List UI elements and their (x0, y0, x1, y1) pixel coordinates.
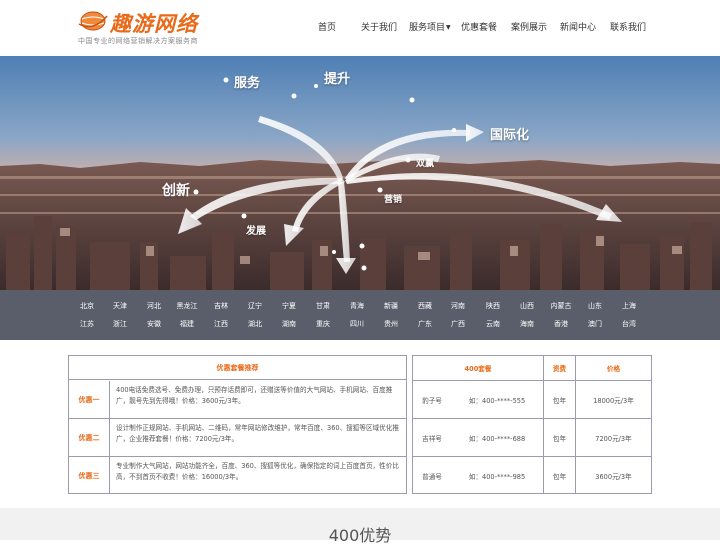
region-link[interactable]: 海南 (512, 319, 542, 329)
nav-about[interactable]: 关于我们 (361, 20, 397, 33)
caret-down-icon: ▼ (446, 24, 451, 31)
hero-label-service: 服务 (234, 76, 261, 91)
region-link[interactable]: 四川 (342, 319, 372, 329)
region-link[interactable]: 重庆 (308, 319, 338, 329)
pricing-number: 如：400-****-555 (451, 381, 544, 418)
pricing-number: 如：400-****-688 (451, 419, 544, 456)
package-desc: 专业制作大气网站，网站功能齐全，百度、360、搜狐等优化，确保指定的词上百度首页… (116, 462, 399, 481)
nav-news[interactable]: 新闻中心 (560, 20, 596, 33)
site-header: 趣游网络 中国专业的网络营销解决方案服务商 首页 关于我们 服务项目▼ 优惠套餐… (0, 0, 720, 56)
nav-contact[interactable]: 联系我们 (610, 20, 646, 33)
region-link[interactable]: 山西 (512, 301, 542, 311)
pricing-name: 普通号 (422, 472, 442, 481)
pricing-row: 豹子号 如：400-****-555 包年 18000元/3年 (413, 381, 651, 419)
region-link[interactable]: 安徽 (139, 319, 169, 329)
region-link[interactable]: 江西 (206, 319, 236, 329)
region-link[interactable]: 辽宁 (240, 301, 270, 311)
pricing-name: 豹子号 (422, 396, 442, 405)
pricing-price: 7200元/3年 (595, 434, 632, 443)
pricing-fee: 包年 (544, 381, 576, 418)
region-link[interactable]: 吉林 (206, 301, 236, 311)
region-link[interactable]: 上海 (614, 301, 644, 311)
package-name: 优惠二 (69, 419, 110, 456)
nav-cases[interactable]: 案例展示 (511, 20, 547, 33)
region-link[interactable]: 福建 (172, 319, 202, 329)
hero-label-innovation: 创新 (162, 183, 190, 199)
region-link[interactable]: 江苏 (72, 319, 102, 329)
region-link[interactable]: 河南 (443, 301, 473, 311)
package-desc: 设计制作正规网站、手机网站、二维码，常年网站修改维护，常年百度、360、搜狐等区… (116, 424, 399, 443)
pricing-row: 吉祥号 如：400-****-688 包年 7200元/3年 (413, 419, 651, 457)
region-link[interactable]: 宁夏 (274, 301, 304, 311)
region-link[interactable]: 天津 (105, 301, 135, 311)
region-link[interactable]: 新疆 (376, 301, 406, 311)
pricing-header-price: 价格 (606, 365, 621, 373)
region-link[interactable]: 北京 (72, 301, 102, 311)
pricing-name: 吉祥号 (422, 434, 442, 443)
region-link[interactable]: 河北 (139, 301, 169, 311)
pricing-row: 普通号 如：400-****-985 包年 3600元/3年 (413, 457, 651, 494)
region-link[interactable]: 广西 (443, 319, 473, 329)
package-row: 优惠三 专业制作大气网站，网站功能齐全，百度、360、搜狐等优化，确保指定的词上… (69, 457, 406, 494)
pricing-fee: 包年 (544, 419, 576, 456)
region-link[interactable]: 内蒙古 (546, 301, 576, 311)
region-link[interactable]: 广东 (410, 319, 440, 329)
advantage-title: 400优势 (328, 526, 392, 545)
packages-table: 优惠套餐推荐 优惠一 400电话免费选号、免费办理，只预存话费即可，还赠送等价值… (68, 355, 407, 494)
region-link[interactable]: 黑龙江 (172, 301, 202, 311)
pricing-header-package: 400套餐 (413, 356, 544, 380)
region-link[interactable]: 湖南 (274, 319, 304, 329)
region-link[interactable]: 台湾 (614, 319, 644, 329)
pricing-table: 400套餐 资费 价格 豹子号 如：400-****-555 包年 18000元… (412, 355, 652, 494)
region-link[interactable]: 青海 (342, 301, 372, 311)
hero-label-winwin: 双赢 (416, 159, 435, 169)
nav-home[interactable]: 首页 (318, 20, 336, 33)
hero-cityscape-image (0, 56, 720, 290)
hero-label-improve: 提升 (324, 72, 351, 87)
hero-banner: 服务 提升 国际化 创新 发展 双赢 营销 (0, 56, 720, 290)
hero-label-development: 发展 (246, 226, 266, 237)
pricing-fee: 包年 (544, 457, 576, 494)
nav-services[interactable]: 服务项目▼ (409, 20, 451, 33)
hero-label-marketing: 营销 (384, 195, 403, 205)
nav-services-label: 服务项目 (409, 23, 446, 33)
pricing-header-fee: 资费 (544, 356, 576, 380)
pricing-header-row: 400套餐 资费 价格 (413, 356, 651, 381)
region-link[interactable]: 云南 (478, 319, 508, 329)
region-link[interactable]: 山东 (580, 301, 610, 311)
region-bar: 北京 天津 河北 黑龙江 吉林 辽宁 宁夏 甘肃 青海 新疆 西藏 河南 陕西 山西 内蒙古 山东 上海 江苏浙… (0, 290, 720, 340)
region-link[interactable]: 贵州 (376, 319, 406, 329)
region-link[interactable]: 西藏 (410, 301, 440, 311)
logo-tagline: 中国专业的网络营销解决方案服务商 (78, 37, 198, 45)
region-link[interactable]: 陕西 (478, 301, 508, 311)
packages-title: 优惠套餐推荐 (69, 356, 406, 380)
pricing-price: 3600元/3年 (595, 472, 632, 481)
pricing-number: 如：400-****-985 (451, 457, 544, 494)
advantage-section: 400优势 (0, 508, 720, 545)
package-desc: 400电话免费选号、免费办理，只预存话费即可，还赠送等价值的大气网站、手机网站、… (116, 386, 393, 405)
region-link[interactable]: 湖北 (240, 319, 270, 329)
region-link[interactable]: 甘肃 (308, 301, 338, 311)
package-name: 优惠一 (69, 381, 110, 418)
main-nav: 首页 关于我们 服务项目▼ 优惠套餐 案例展示 新闻中心 联系我们 (0, 20, 720, 34)
region-link[interactable]: 浙江 (105, 319, 135, 329)
nav-packages[interactable]: 优惠套餐 (461, 20, 497, 33)
package-row: 优惠一 400电话免费选号、免费办理，只预存话费即可，还赠送等价值的大气网站、手… (69, 381, 406, 419)
package-name: 优惠三 (69, 457, 110, 494)
hero-label-international: 国际化 (490, 128, 530, 143)
pricing-price: 18000元/3年 (593, 396, 634, 405)
package-row: 优惠二 设计制作正规网站、手机网站、二维码，常年网站修改维护，常年百度、360、… (69, 419, 406, 457)
region-link[interactable]: 香港 (546, 319, 576, 329)
region-link[interactable]: 澳门 (580, 319, 610, 329)
